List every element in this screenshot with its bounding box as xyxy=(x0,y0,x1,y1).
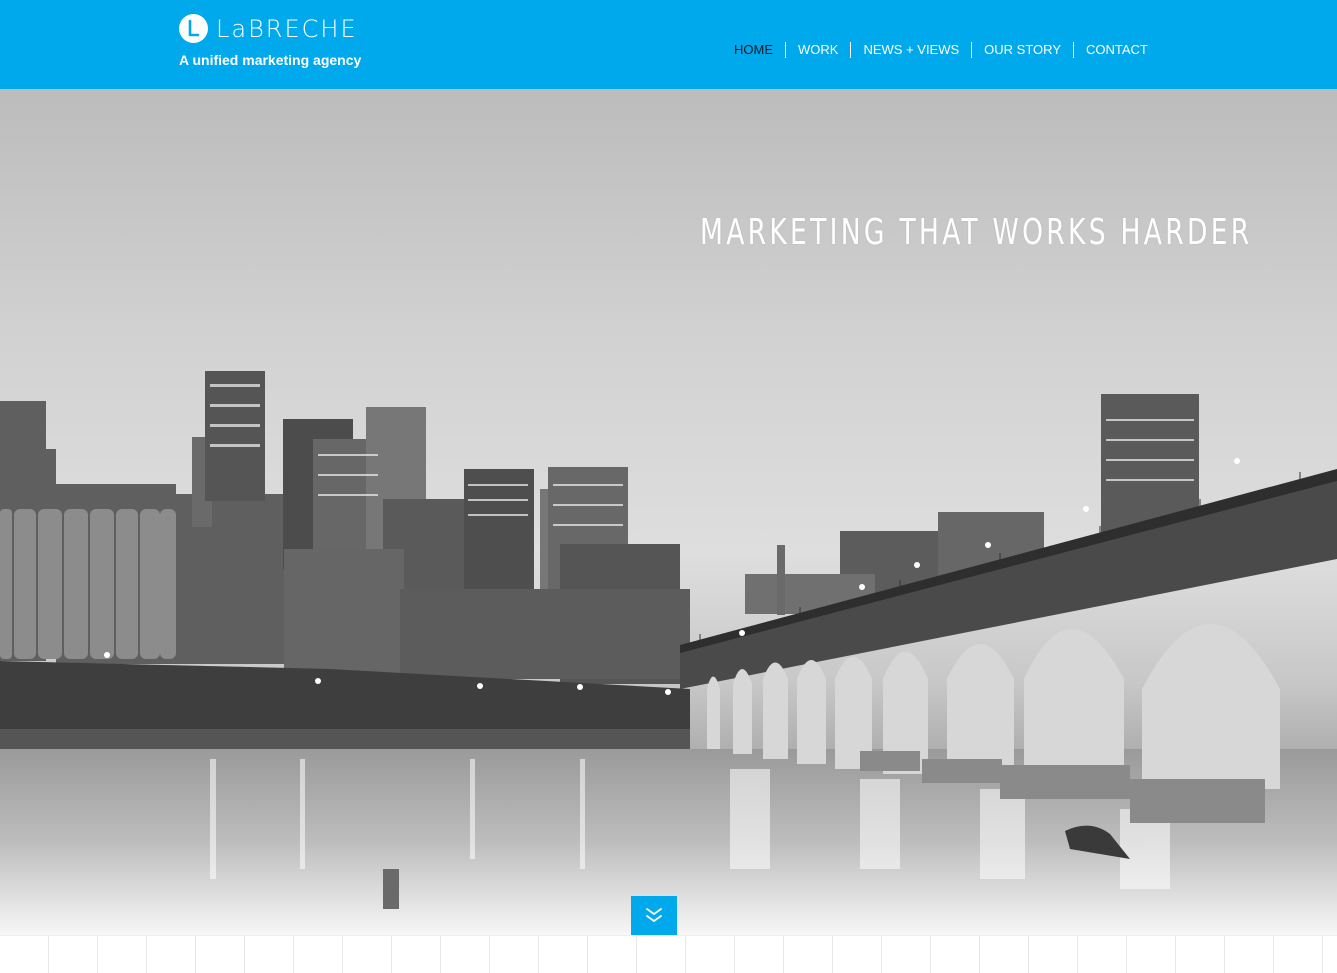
site-header: LaBRECHE A unified marketing agency HOME… xyxy=(0,0,1337,89)
hero-headline: MARKETING THAT WORKS HARDER xyxy=(700,212,1253,253)
tagline: A unified marketing agency xyxy=(179,52,362,68)
strip-divider xyxy=(832,936,833,973)
strip-divider xyxy=(538,936,539,973)
strip-divider xyxy=(587,936,588,973)
strip-divider xyxy=(636,936,637,973)
strip-divider xyxy=(1077,936,1078,973)
strip-divider xyxy=(930,936,931,973)
strip-divider xyxy=(734,936,735,973)
logo-mark-icon xyxy=(179,14,208,43)
strip-divider xyxy=(489,936,490,973)
strip-divider xyxy=(1273,936,1274,973)
strip-divider xyxy=(146,936,147,973)
strip-divider xyxy=(783,936,784,973)
strip-divider xyxy=(1224,936,1225,973)
strip-divider xyxy=(881,936,882,973)
strip-divider xyxy=(195,936,196,973)
strip-divider xyxy=(685,936,686,973)
strip-divider xyxy=(440,936,441,973)
brand-name: LaBRECHE xyxy=(216,15,358,43)
page: LaBRECHE A unified marketing agency HOME… xyxy=(0,0,1337,973)
nav-item-contact[interactable]: CONTACT xyxy=(1073,42,1160,58)
strip-divider xyxy=(391,936,392,973)
bottom-strip xyxy=(0,935,1337,973)
strip-divider xyxy=(97,936,98,973)
nav-item-home[interactable]: HOME xyxy=(722,42,785,58)
strip-divider xyxy=(244,936,245,973)
nav-item-work[interactable]: WORK xyxy=(785,42,850,58)
scroll-down-button[interactable] xyxy=(631,896,677,935)
strip-divider xyxy=(1175,936,1176,973)
strip-divider xyxy=(342,936,343,973)
nav-item-news-views[interactable]: NEWS + VIEWS xyxy=(850,42,971,58)
strip-divider xyxy=(293,936,294,973)
strip-divider xyxy=(979,936,980,973)
nav-item-our-story[interactable]: OUR STORY xyxy=(971,42,1073,58)
strip-divider xyxy=(1126,936,1127,973)
hero-banner: MARKETING THAT WORKS HARDER xyxy=(0,89,1337,935)
main-nav: HOME WORK NEWS + VIEWS OUR STORY CONTACT xyxy=(722,42,1160,58)
strip-divider xyxy=(1028,936,1029,973)
strip-divider xyxy=(1322,936,1323,973)
double-chevron-down-icon xyxy=(646,908,662,923)
strip-divider xyxy=(48,936,49,973)
